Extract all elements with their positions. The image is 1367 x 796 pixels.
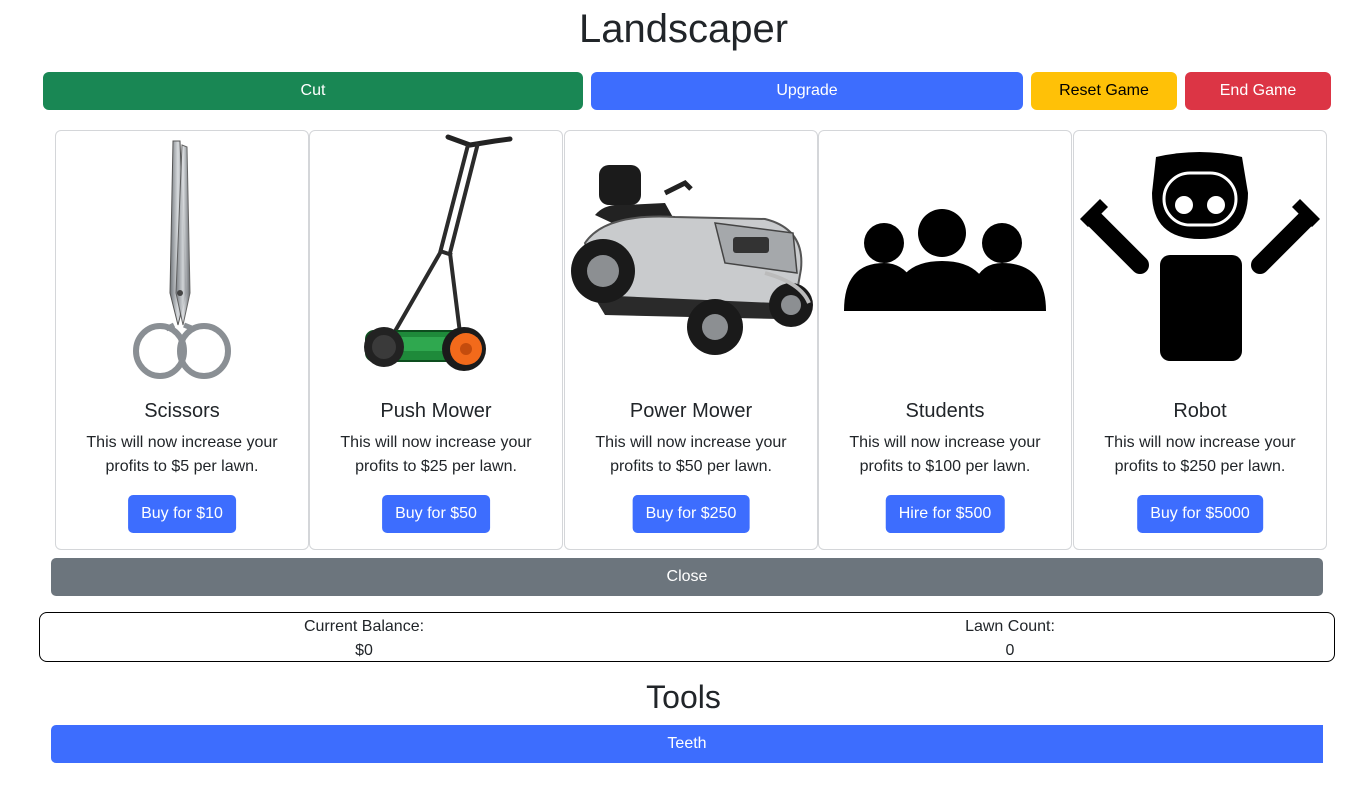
balance-label: Current Balance:: [303, 618, 425, 635]
lawn-count-label: Lawn Count:: [965, 618, 1055, 635]
lawn-count-stat: Lawn Count: 0: [810, 615, 1210, 663]
students-icon: [819, 133, 1071, 383]
balance-value: $0: [355, 642, 373, 659]
upgrade-description: This will now increase your profits to $…: [595, 434, 787, 475]
reset-game-button[interactable]: Reset Game: [1031, 72, 1177, 110]
upgrade-card-power-mower: Power Mower This will now increase your …: [564, 130, 818, 550]
upgrade-card-students: Students This will now increase your pro…: [818, 130, 1072, 550]
upgrade-name: Power Mower: [629, 400, 753, 422]
lawn-count-value: 0: [1005, 642, 1015, 659]
tools-title: Tools: [646, 679, 721, 715]
buy-scissors-button[interactable]: Buy for $10: [128, 495, 236, 533]
upgrade-card-push-mower: Push Mower This will now increase your p…: [309, 130, 563, 550]
end-game-button[interactable]: End Game: [1185, 72, 1331, 110]
upgrade-name: Push Mower: [380, 400, 492, 422]
hire-students-button[interactable]: Hire for $500: [885, 495, 1005, 533]
stats-panel: Current Balance: $0 Lawn Count: 0: [39, 612, 1335, 662]
upgrade-description: This will now increase your profits to $…: [340, 434, 532, 475]
upgrade-card-robot: Robot This will now increase your profit…: [1073, 130, 1327, 550]
upgrade-name: Robot: [1173, 400, 1227, 422]
cut-button[interactable]: Cut: [43, 72, 583, 110]
buy-push-mower-button[interactable]: Buy for $50: [382, 495, 490, 533]
buy-power-mower-button[interactable]: Buy for $250: [632, 495, 750, 533]
power-mower-image: [565, 133, 817, 383]
push-mower-image: [310, 133, 562, 383]
scissors-image: [56, 133, 308, 383]
upgrade-name: Scissors: [144, 400, 220, 422]
robot-icon: [1074, 133, 1326, 383]
upgrade-name: Students: [905, 400, 985, 422]
upgrade-card-scissors: Scissors This will now increase your pro…: [55, 130, 309, 550]
page-title: Landscaper: [578, 7, 789, 51]
upgrade-description: This will now increase your profits to $…: [86, 434, 278, 475]
upgrade-description: This will now increase your profits to $…: [1104, 434, 1296, 475]
tool-teeth-button[interactable]: Teeth: [51, 725, 1323, 763]
balance-stat: Current Balance: $0: [164, 615, 564, 663]
upgrade-description: This will now increase your profits to $…: [849, 434, 1041, 475]
upgrade-button[interactable]: Upgrade: [591, 72, 1023, 110]
close-button[interactable]: Close: [51, 558, 1323, 596]
buy-robot-button[interactable]: Buy for $5000: [1137, 495, 1263, 533]
